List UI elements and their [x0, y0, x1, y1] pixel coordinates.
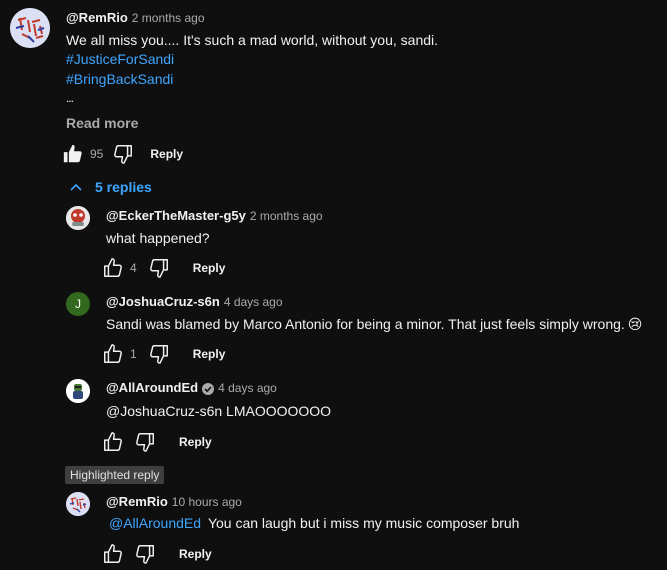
- reply-header: @JoshuaCruz-s6n 4 days ago: [106, 293, 283, 311]
- dislike-icon[interactable]: [148, 343, 170, 365]
- reply-avatar[interactable]: J: [66, 292, 90, 316]
- reply-avatar[interactable]: [66, 206, 90, 230]
- hashtag-justice[interactable]: #JusticeForSandi: [66, 51, 174, 67]
- replies-count-label: 5 replies: [95, 179, 152, 195]
- like-count: 95: [90, 147, 104, 161]
- reply-author[interactable]: @JoshuaCruz-s6n: [106, 294, 220, 309]
- reply-button[interactable]: Reply: [179, 435, 212, 449]
- reply-author[interactable]: @EckerTheMaster-g5y: [106, 208, 246, 223]
- like-icon[interactable]: [102, 257, 124, 279]
- reply-author[interactable]: @RemRio: [106, 494, 168, 509]
- like-icon[interactable]: [102, 343, 124, 365]
- like-filled-icon[interactable]: [62, 143, 84, 165]
- highlighted-reply-badge: Highlighted reply: [65, 466, 165, 484]
- dislike-icon[interactable]: [148, 257, 170, 279]
- comment-time[interactable]: 2 months ago: [132, 11, 205, 25]
- reply-text-body: You can laugh but i miss my music compos…: [207, 515, 520, 531]
- reply-time[interactable]: 4 days ago: [218, 381, 277, 395]
- comment-author[interactable]: @RemRio: [66, 10, 128, 25]
- avatar-image: [66, 379, 90, 403]
- dislike-icon[interactable]: [134, 543, 156, 565]
- reply-text-body: Sandi was blamed by Marco Antonio for be…: [106, 316, 625, 332]
- verified-icon: [202, 382, 215, 395]
- like-icon[interactable]: [102, 431, 124, 453]
- reply-header: @AllAroundEd 4 days ago: [106, 380, 277, 395]
- read-more-button[interactable]: Read more: [66, 115, 138, 131]
- reply-button[interactable]: Reply: [150, 147, 183, 161]
- chevron-up-icon: [68, 179, 84, 195]
- reply-actions: Reply: [102, 431, 212, 453]
- like-count: 1: [130, 347, 137, 361]
- replies-toggle[interactable]: 5 replies: [68, 179, 152, 195]
- crying-emoji: 😢: [627, 316, 643, 332]
- reply-actions: 1 Reply: [102, 343, 225, 365]
- like-icon[interactable]: [102, 543, 124, 565]
- reply-button[interactable]: Reply: [193, 261, 226, 275]
- comment-ellipsis: ...: [66, 91, 74, 105]
- reply-button[interactable]: Reply: [179, 547, 212, 561]
- reply-text: what happened?: [106, 230, 210, 246]
- avatar-image: [66, 206, 90, 230]
- reply-text: @JoshuaCruz-s6n LMAOOOOOOO: [106, 403, 332, 419]
- reply-header: @RemRio 10 hours ago: [106, 493, 242, 511]
- like-count: 4: [130, 261, 137, 275]
- reply-time[interactable]: 2 months ago: [250, 209, 323, 223]
- avatar-letter: J: [75, 297, 81, 311]
- hashtag-bringback[interactable]: #BringBackSandi: [66, 71, 173, 87]
- comment-actions: 95 Reply: [62, 143, 183, 165]
- comment-header: @RemRio 2 months ago: [66, 9, 205, 27]
- reply-avatar[interactable]: [66, 379, 90, 403]
- mention-link[interactable]: @AllAroundEd: [109, 515, 201, 531]
- reply-time[interactable]: 10 hours ago: [172, 495, 242, 509]
- comment-text: We all miss you.... It's such a mad worl…: [66, 32, 439, 48]
- dislike-icon[interactable]: [112, 143, 134, 165]
- avatar-image: [66, 492, 90, 516]
- avatar[interactable]: [10, 8, 50, 48]
- reply-avatar[interactable]: [66, 492, 90, 516]
- reply-header: @EckerTheMaster-g5y 2 months ago: [106, 207, 323, 225]
- reply-text: Sandi was blamed by Marco Antonio for be…: [106, 316, 642, 333]
- reply-actions: Reply: [102, 543, 212, 565]
- reply-time[interactable]: 4 days ago: [224, 295, 283, 309]
- reply-author[interactable]: @AllAroundEd: [106, 380, 198, 395]
- reply-actions: 4 Reply: [102, 257, 225, 279]
- reply-text: @AllAroundEd You can laugh but i miss my…: [109, 515, 519, 531]
- reply-button[interactable]: Reply: [193, 347, 226, 361]
- dislike-icon[interactable]: [134, 431, 156, 453]
- avatar-image: [10, 8, 50, 48]
